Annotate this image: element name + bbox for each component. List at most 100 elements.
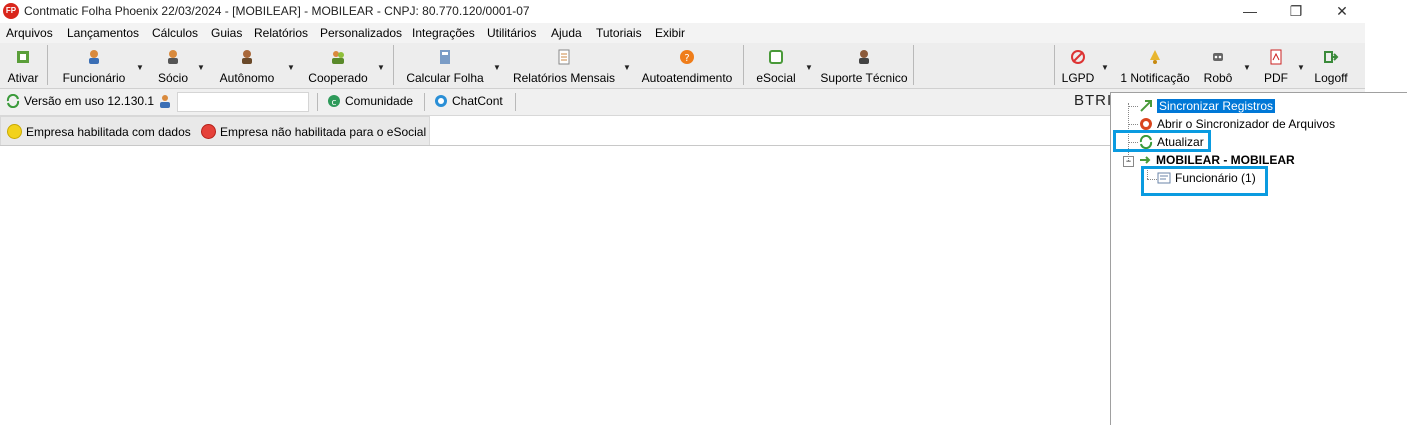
highlight-box-funcionario bbox=[1141, 166, 1268, 196]
cooperado-dropdown-icon[interactable]: ▼ bbox=[377, 63, 385, 72]
chatcont-label: ChatCont bbox=[452, 94, 503, 108]
menu-arquivos[interactable]: Arquivos bbox=[6, 26, 53, 40]
relatorios-mensais-dropdown-icon[interactable]: ▼ bbox=[623, 63, 631, 72]
yellow-status-icon bbox=[7, 124, 22, 139]
robo-dropdown-icon[interactable]: ▼ bbox=[1243, 63, 1251, 72]
logoff-button[interactable]: Logoff bbox=[1311, 45, 1351, 87]
red-status-icon bbox=[201, 124, 216, 139]
highlight-box-atualizar bbox=[1113, 130, 1211, 152]
svg-text:c: c bbox=[332, 98, 337, 108]
chat-icon bbox=[434, 94, 448, 108]
tree-item-empresa-label: MOBILEAR - MOBILEAR bbox=[1156, 153, 1295, 167]
toolbar-separator bbox=[393, 45, 394, 85]
cooperado-button[interactable]: Cooperado bbox=[304, 45, 372, 87]
funcionario-button[interactable]: Funcionário bbox=[58, 45, 130, 87]
calcular-folha-button[interactable]: Calcular Folha bbox=[403, 45, 487, 87]
menu-bar: Arquivos Lançamentos Cálculos Guias Rela… bbox=[0, 23, 1365, 43]
logoff-label: Logoff bbox=[1314, 71, 1348, 85]
main-content-area bbox=[0, 145, 1110, 425]
tree-item-abrir[interactable]: Abrir o Sincronizador de Arquivos bbox=[1139, 117, 1335, 131]
cooperado-label: Cooperado bbox=[308, 71, 368, 85]
suporte-tecnico-label: Suporte Técnico bbox=[820, 71, 908, 85]
versao-item[interactable]: Versão em uso 12.130.1 bbox=[6, 93, 155, 109]
help-icon: ? bbox=[679, 49, 695, 65]
menu-integracoes[interactable]: Integrações bbox=[412, 26, 475, 40]
menu-relatorios[interactable]: Relatórios bbox=[254, 26, 308, 40]
esocial-dropdown-icon[interactable]: ▼ bbox=[805, 63, 813, 72]
menu-utilitarios[interactable]: Utilitários bbox=[487, 26, 536, 40]
status-separator bbox=[424, 93, 425, 111]
robo-button[interactable]: Robô bbox=[1200, 45, 1236, 87]
user-icon bbox=[158, 94, 172, 111]
suporte-tecnico-button[interactable]: Suporte Técnico bbox=[818, 45, 910, 87]
comunidade-icon: c bbox=[327, 94, 341, 108]
menu-tutoriais[interactable]: Tutoriais bbox=[596, 26, 642, 40]
ativar-button[interactable]: Ativar bbox=[3, 45, 43, 87]
main-toolbar: Ativar Funcionário ▼ Sócio ▼ Autônomo ▼ … bbox=[0, 43, 1365, 89]
tree-line bbox=[1128, 124, 1138, 125]
socio-dropdown-icon[interactable]: ▼ bbox=[197, 63, 205, 72]
user-field[interactable] bbox=[177, 92, 309, 112]
collapse-icon[interactable]: − bbox=[1123, 156, 1134, 167]
svg-text:?: ? bbox=[684, 53, 689, 64]
pdf-dropdown-icon[interactable]: ▼ bbox=[1297, 63, 1305, 72]
comunidade-button[interactable]: c Comunidade bbox=[327, 94, 413, 108]
person-icon bbox=[239, 49, 255, 65]
notificacao-label: 1 Notificação bbox=[1120, 71, 1190, 85]
relatorios-mensais-label: Relatórios Mensais bbox=[512, 71, 616, 85]
menu-exibir[interactable]: Exibir bbox=[655, 26, 685, 40]
versao-label: Versão em uso 12.130.1 bbox=[24, 94, 155, 108]
autonomo-label: Autônomo bbox=[219, 71, 275, 85]
socio-button[interactable]: Sócio bbox=[153, 45, 193, 87]
calculator-icon bbox=[437, 49, 453, 65]
window-title: Contmatic Folha Phoenix 22/03/2024 - [MO… bbox=[24, 4, 530, 18]
calcular-folha-dropdown-icon[interactable]: ▼ bbox=[493, 63, 501, 72]
report-icon bbox=[556, 49, 572, 65]
legend-habilitada-label: Empresa habilitada com dados bbox=[26, 125, 191, 139]
toolbar-separator bbox=[47, 45, 48, 85]
menu-calculos[interactable]: Cálculos bbox=[152, 26, 198, 40]
sync-files-icon bbox=[1139, 117, 1153, 131]
pdf-icon bbox=[1268, 49, 1284, 65]
tree-item-sincronizar-label: Sincronizar Registros bbox=[1157, 99, 1276, 113]
pdf-label: PDF bbox=[1264, 71, 1288, 85]
lgpd-dropdown-icon[interactable]: ▼ bbox=[1101, 63, 1109, 72]
legend-bar: Empresa habilitada com dados Empresa não… bbox=[0, 116, 430, 146]
tree-item-sincronizar[interactable]: Sincronizar Registros bbox=[1139, 99, 1276, 113]
esocial-label: eSocial bbox=[756, 71, 796, 85]
lgpd-button[interactable]: LGPD bbox=[1060, 45, 1096, 87]
menu-ajuda[interactable]: Ajuda bbox=[551, 26, 582, 40]
menu-guias[interactable]: Guias bbox=[211, 26, 242, 40]
pdf-button[interactable]: PDF bbox=[1260, 45, 1292, 87]
menu-personalizados[interactable]: Personalizados bbox=[320, 26, 402, 40]
legend-nao-habilitada-label: Empresa não habilitada para o eSocial bbox=[220, 125, 427, 139]
ativar-label: Ativar bbox=[7, 71, 39, 85]
menu-lancamentos[interactable]: Lançamentos bbox=[67, 26, 139, 40]
restore-button[interactable]: ❐ bbox=[1273, 0, 1319, 23]
lgpd-icon bbox=[1070, 49, 1086, 65]
autoatendimento-label: Autoatendimento bbox=[641, 71, 733, 85]
esocial-button[interactable]: eSocial bbox=[753, 45, 799, 87]
tree-item-empresa[interactable]: − MOBILEAR - MOBILEAR bbox=[1123, 153, 1295, 167]
autonomo-dropdown-icon[interactable]: ▼ bbox=[287, 63, 295, 72]
funcionario-label: Funcionário bbox=[62, 71, 126, 85]
status-separator bbox=[317, 93, 318, 111]
autonomo-button[interactable]: Autônomo bbox=[214, 45, 280, 87]
funcionario-dropdown-icon[interactable]: ▼ bbox=[136, 63, 144, 72]
autoatendimento-button[interactable]: ? Autoatendimento bbox=[638, 45, 736, 87]
close-button[interactable]: ✕ bbox=[1319, 0, 1365, 23]
tree-line bbox=[1128, 106, 1138, 107]
toolbar-separator bbox=[743, 45, 744, 85]
robot-icon bbox=[1210, 49, 1226, 65]
relatorios-mensais-button[interactable]: Relatórios Mensais bbox=[510, 45, 618, 87]
toolbar-separator bbox=[913, 45, 914, 85]
chatcont-button[interactable]: ChatCont bbox=[434, 94, 503, 108]
bell-icon bbox=[1147, 49, 1163, 65]
support-person-icon bbox=[856, 49, 872, 65]
esocial-icon bbox=[768, 49, 784, 65]
company-icon bbox=[1138, 153, 1152, 167]
notificacao-button[interactable]: 1 Notificação bbox=[1117, 45, 1193, 87]
title-bar: FP Contmatic Folha Phoenix 22/03/2024 - … bbox=[0, 0, 1365, 23]
minimize-button[interactable]: — bbox=[1227, 0, 1273, 23]
calcular-folha-label: Calcular Folha bbox=[406, 71, 484, 85]
